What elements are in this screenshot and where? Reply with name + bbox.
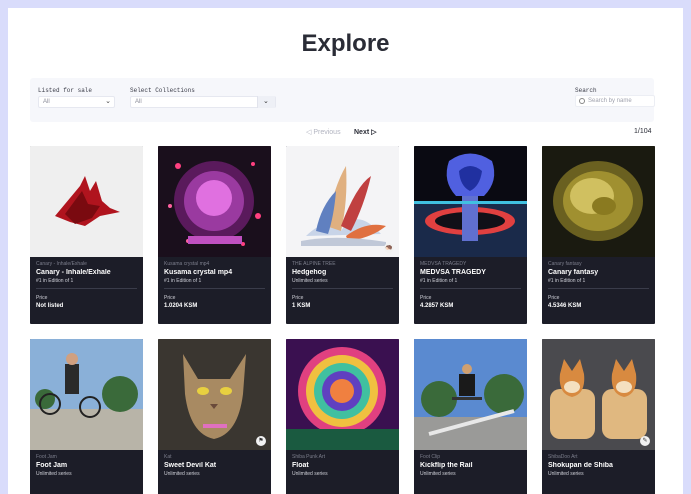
card-name[interactable]: Shokupan de Shiba: [548, 462, 649, 469]
nft-card[interactable]: Canary fantasy Canary fantasy #1 in Edit…: [542, 146, 655, 324]
card-edition: #1 in Edition of 1: [164, 278, 202, 284]
nft-card[interactable]: ⚑ Kat Sweet Devil Kat Unlimited series: [158, 339, 271, 494]
card-name[interactable]: MEDVSA TRAGEDY: [420, 269, 521, 276]
card-collection: Foot Jam: [36, 454, 57, 460]
price-value: 4.5346 KSM: [548, 303, 582, 309]
collections-value: All: [135, 99, 142, 105]
paw-icon: ✎: [640, 436, 650, 446]
nft-card[interactable]: MEDVSA TRAGEDY MEDVSA TRAGEDY #1 in Edit…: [414, 146, 527, 324]
card-collection: Kusama crystal mp4: [164, 261, 210, 267]
card-collection: Foot Clip: [420, 454, 441, 460]
chevron-down-icon: ⌄: [263, 98, 269, 105]
nft-image: [286, 339, 399, 450]
card-edition: #1 in Edition of 1: [548, 278, 586, 284]
price-label: Price: [36, 295, 48, 301]
nft-image: [414, 146, 527, 257]
nft-card[interactable]: Kusama crystal mp4 Kusama crystal mp4 #1…: [158, 146, 271, 324]
price-value: 4.2857 KSM: [420, 303, 454, 309]
card-edition: #1 in Edition of 1: [420, 278, 458, 284]
page-count: 1/104: [634, 128, 652, 135]
nft-card[interactable]: Foot Clip Kickflip the Rail Unlimited se…: [414, 339, 527, 494]
nft-card[interactable]: 🦔 THE ALPINE TREE Hedgehog Unlimited ser…: [286, 146, 399, 324]
nft-image: [30, 339, 143, 450]
nft-image: [30, 146, 143, 257]
price-label: Price: [164, 295, 176, 301]
listed-value: All: [43, 99, 50, 105]
divider: [420, 288, 521, 289]
nft-card[interactable]: ✎ ShibaDoo Art Shokupan de Shiba Unlimit…: [542, 339, 655, 494]
search-label: Search: [575, 87, 597, 94]
nft-image: [158, 146, 271, 257]
card-collection: ShibaDoo Art: [548, 454, 578, 460]
card-name[interactable]: Foot Jam: [36, 462, 137, 469]
divider: [548, 288, 649, 289]
flag-icon: ⚑: [256, 436, 266, 446]
search-input[interactable]: Search by name: [575, 95, 655, 107]
chevron-down-icon: ⌄: [105, 98, 111, 105]
nft-image: [542, 146, 655, 257]
nft-image: ⚑: [158, 339, 271, 450]
card-edition: Unlimited series: [36, 471, 72, 477]
nft-image: 🦔: [286, 146, 399, 257]
nft-card[interactable]: Canary - Inhale/Exhale Canary - Inhale/E…: [30, 146, 143, 324]
filter-bar: Listed for sale All ⌄ Select Collections…: [30, 78, 655, 122]
price-label: Price: [292, 295, 304, 301]
price-label: Price: [420, 295, 432, 301]
card-edition: Unlimited series: [292, 278, 328, 284]
card-name[interactable]: Kickflip the Rail: [420, 462, 521, 469]
card-collection: Canary - Inhale/Exhale: [36, 261, 87, 267]
previous-page-button[interactable]: ◁ Previous: [306, 128, 341, 136]
card-name[interactable]: Hedgehog: [292, 269, 393, 276]
page-title: Explore: [301, 30, 390, 57]
card-name[interactable]: Canary fantasy: [548, 269, 649, 276]
price-label: Price: [548, 295, 560, 301]
search-icon: [579, 98, 585, 104]
listed-label: Listed for sale: [38, 87, 93, 94]
page-frame: Explore Listed for sale All ⌄ Select Col…: [8, 8, 683, 494]
card-edition: Unlimited series: [420, 471, 456, 477]
card-collection: Shiba Punk Art: [292, 454, 326, 460]
collections-label: Select Collections: [130, 87, 195, 94]
nft-image: ✎: [542, 339, 655, 450]
card-edition: Unlimited series: [164, 471, 200, 477]
card-name[interactable]: Sweet Devil Kat: [164, 462, 265, 469]
card-name[interactable]: Kusama crystal mp4: [164, 269, 265, 276]
nft-card[interactable]: Shiba Punk Art Float Unlimited series: [286, 339, 399, 494]
nft-card[interactable]: Foot Jam Foot Jam Unlimited series: [30, 339, 143, 494]
card-collection: Kat: [164, 454, 172, 460]
card-name[interactable]: Canary - Inhale/Exhale: [36, 269, 137, 276]
card-edition: Unlimited series: [548, 471, 584, 477]
price-value: Not listed: [36, 303, 64, 309]
collections-dropdown-toggle[interactable]: ⌄: [257, 96, 275, 108]
card-collection: THE ALPINE TREE: [292, 261, 336, 267]
divider: [164, 288, 265, 289]
divider: [36, 288, 137, 289]
hedgehog-icon: 🦔: [384, 243, 394, 253]
price-value: 1 KSM: [292, 303, 311, 309]
card-name[interactable]: Float: [292, 462, 393, 469]
card-collection: Canary fantasy: [548, 261, 582, 267]
search-placeholder: Search by name: [588, 98, 632, 104]
card-edition: Unlimited series: [292, 471, 328, 477]
card-edition: #1 in Edition of 1: [36, 278, 74, 284]
collections-select[interactable]: All ⌄: [130, 96, 276, 108]
next-page-button[interactable]: Next ▷: [354, 128, 377, 136]
nft-image: [414, 339, 527, 450]
divider: [292, 288, 393, 289]
card-collection: MEDVSA TRAGEDY: [420, 261, 467, 267]
price-value: 1.0204 KSM: [164, 303, 198, 309]
listed-select[interactable]: All ⌄: [38, 96, 115, 108]
